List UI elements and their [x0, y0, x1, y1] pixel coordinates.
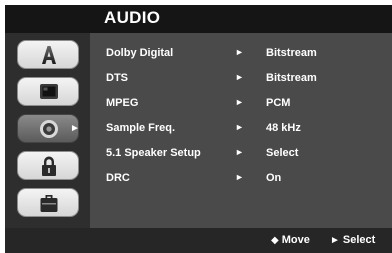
setting-value: Bitstream [266, 72, 317, 84]
category-tabs: ► [5, 33, 90, 228]
setting-row-speaker-setup[interactable]: 5.1 Speaker Setup ► Select [90, 145, 392, 165]
setting-row-dolby-digital[interactable]: Dolby Digital ► Bitstream [90, 45, 392, 65]
footer-hints: ◆ Move ► Select [5, 228, 392, 253]
setting-row-drc[interactable]: DRC ► On [90, 170, 392, 190]
selected-arrow-icon: ► [70, 123, 80, 134]
osd-screen: AUDIO ► Dolby Digital ► Bitstream DTS ► … [5, 5, 392, 253]
tab-display[interactable] [17, 77, 79, 106]
right-arrow-icon: ► [235, 47, 244, 57]
setting-label: 5.1 Speaker Setup [106, 147, 201, 159]
setting-value: Bitstream [266, 47, 317, 59]
setting-label: MPEG [106, 97, 139, 109]
move-hint: ◆ Move [271, 234, 310, 246]
settings-panel: Dolby Digital ► Bitstream DTS ► Bitstrea… [90, 33, 392, 228]
setting-label: DRC [106, 172, 130, 184]
speaker-icon [40, 120, 58, 138]
tab-audio[interactable]: ► [17, 114, 80, 143]
setting-row-sample-freq[interactable]: Sample Freq. ► 48 kHz [90, 120, 392, 140]
briefcase-icon [40, 195, 58, 212]
setting-value: PCM [266, 97, 291, 109]
right-arrow-icon: ► [235, 122, 244, 132]
setting-value: Select [266, 147, 299, 159]
setting-label: Dolby Digital [106, 47, 174, 59]
right-arrow-icon: ► [330, 235, 340, 246]
letter-a-icon [42, 46, 56, 64]
setting-row-dts[interactable]: DTS ► Bitstream [90, 70, 392, 90]
setting-row-mpeg[interactable]: MPEG ► PCM [90, 95, 392, 115]
up-down-arrows-icon: ◆ [271, 235, 279, 246]
setting-label: DTS [106, 72, 128, 84]
right-arrow-icon: ► [235, 97, 244, 107]
menu-title: AUDIO [104, 8, 161, 27]
tab-others[interactable] [17, 188, 79, 217]
move-hint-label: Move [281, 234, 310, 246]
select-hint: ► Select [330, 234, 375, 246]
title-bar: AUDIO [5, 5, 392, 33]
tab-lock[interactable] [17, 151, 79, 180]
setting-value: 48 kHz [266, 122, 301, 134]
setting-value: On [266, 172, 282, 184]
setting-label: Sample Freq. [106, 122, 176, 134]
tv-monitor-icon [40, 84, 58, 99]
right-arrow-icon: ► [235, 72, 244, 82]
right-arrow-icon: ► [235, 172, 244, 182]
tab-language[interactable] [17, 40, 79, 69]
right-arrow-icon: ► [235, 147, 244, 157]
select-hint-label: Select [342, 234, 376, 246]
padlock-icon [42, 156, 56, 176]
